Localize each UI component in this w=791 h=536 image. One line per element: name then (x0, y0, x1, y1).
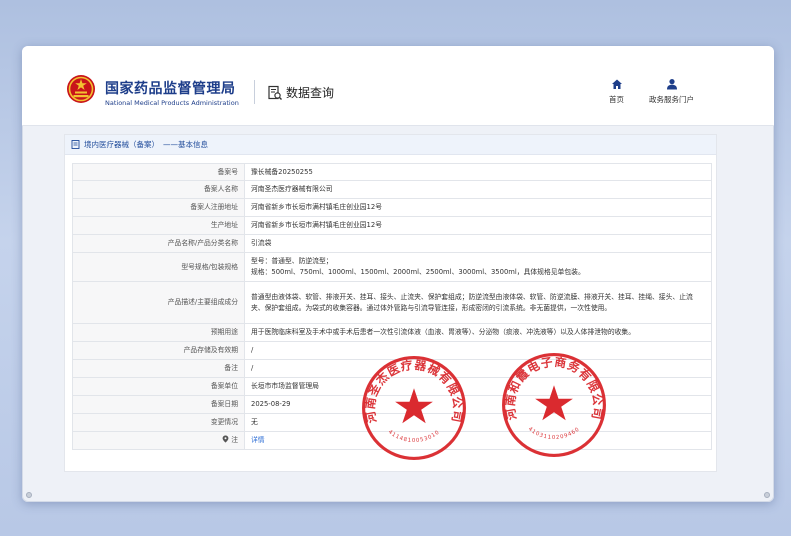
field-label: 备案日期 (72, 395, 245, 414)
table-row: 备案人名称 河南圣杰医疗器械有限公司 (72, 180, 712, 199)
table-row: 型号规格/包装规格 型号：普通型、防逆流型； 规格：500ml、750ml、10… (72, 252, 712, 282)
national-emblem-icon (67, 75, 95, 103)
note-label: 注 (231, 436, 238, 445)
nav-home[interactable]: 首页 (609, 78, 624, 105)
field-label: 型号规格/包装规格 (72, 252, 245, 282)
field-value: 用于医院临床科室及手术中或手术后患者一次性引流体液（血液、胃液等）、分泌物（痰液… (244, 323, 712, 342)
stamp-code: 4103110209460 (527, 426, 580, 441)
table-row: 备案号 豫长械备20250255 (72, 163, 712, 181)
field-value: 豫长械备20250255 (244, 163, 712, 181)
field-value: / (244, 359, 712, 378)
org-name-en: National Medical Products Administration (105, 99, 239, 107)
section-header: 境内医疗器械（备案） ——基本信息 (65, 135, 716, 155)
field-label: 备案人名称 (72, 180, 245, 199)
nav-service-portal-label: 政务服务门户 (649, 95, 694, 104)
field-label: 备注 (72, 359, 245, 378)
field-label: 备案人注册地址 (72, 198, 245, 217)
field-value: 河南省新乡市长垣市满村镇毛庄创业园12号 (244, 198, 712, 217)
svg-text:4103110209460: 4103110209460 (527, 426, 581, 441)
section-subtitle: ——基本信息 (163, 140, 208, 149)
document-search-icon (268, 85, 282, 100)
field-label: 产品名称/产品分类名称 (72, 234, 245, 253)
nav-service-portal[interactable]: 政务服务门户 (649, 78, 694, 105)
field-value: 详情 (244, 431, 712, 450)
field-label: 产品存储及有效期 (72, 341, 245, 360)
field-value: 普通型由液体袋、软管、排液开关、挂耳、接头、止流夹、保护套组成；防逆流型由液体袋… (244, 281, 712, 324)
field-label: 变更情况 (72, 413, 245, 432)
location-pin-icon (222, 435, 229, 443)
field-value: 2025-08-29 (244, 395, 712, 414)
header-divider (254, 80, 255, 104)
company-seal-stamp: 河南和霞电子商务有限公司 4103110209460 (502, 353, 606, 457)
data-query-label: 数据查询 (286, 86, 335, 100)
nav-home-label: 首页 (609, 95, 624, 104)
data-query-link[interactable]: 数据查询 (267, 84, 334, 101)
table-row: 预期用途 用于医院临床科室及手术中或手术后患者一次性引流体液（血液、胃液等）、分… (72, 323, 712, 342)
frame-pin (26, 492, 32, 498)
field-value: 长垣市市场监督管理局 (244, 377, 712, 396)
field-value: 引流袋 (244, 234, 712, 253)
field-label: 预期用途 (72, 323, 245, 342)
org-name-cn: 国家药品监督管理局 (105, 81, 236, 97)
field-value: 无 (244, 413, 712, 432)
field-value: 河南省新乡市长垣市满村镇毛庄创业园12号 (244, 216, 712, 235)
section-title: 境内医疗器械（备案） (84, 140, 159, 149)
frame-pin (764, 492, 770, 498)
field-label: 注 (72, 431, 245, 450)
user-icon (666, 79, 677, 90)
field-value: / (244, 341, 712, 360)
home-icon (611, 79, 622, 89)
svg-text:4114810053010: 4114810053010 (387, 429, 441, 444)
field-value: 河南圣杰医疗器械有限公司 (244, 180, 712, 199)
stamp-code: 4114810053010 (387, 429, 440, 444)
table-row: 备案人注册地址 河南省新乡市长垣市满村镇毛庄创业园12号 (72, 198, 712, 217)
table-row: 产品描述/主要组成成分 普通型由液体袋、软管、排液开关、挂耳、接头、止流夹、保护… (72, 281, 712, 324)
field-label: 备案单位 (72, 377, 245, 396)
details-link[interactable]: 详情 (251, 436, 265, 444)
certificate-frame: 国家药品监督管理局 National Medical Products Admi… (22, 46, 774, 502)
table-row: 生产地址 河南省新乡市长垣市满村镇毛庄创业园12号 (72, 216, 712, 235)
table-row: 产品名称/产品分类名称 引流袋 (72, 234, 712, 253)
field-label: 生产地址 (72, 216, 245, 235)
company-seal-stamp: 河南圣杰医疗器械有限公司 4114810053010 (362, 356, 466, 460)
field-label: 产品描述/主要组成成分 (72, 281, 245, 324)
field-label: 备案号 (72, 163, 245, 181)
document-icon (71, 140, 80, 149)
site-header: 国家药品监督管理局 National Medical Products Admi… (22, 46, 774, 126)
field-value: 型号：普通型、防逆流型； 规格：500ml、750ml、1000ml、1500m… (244, 252, 712, 282)
